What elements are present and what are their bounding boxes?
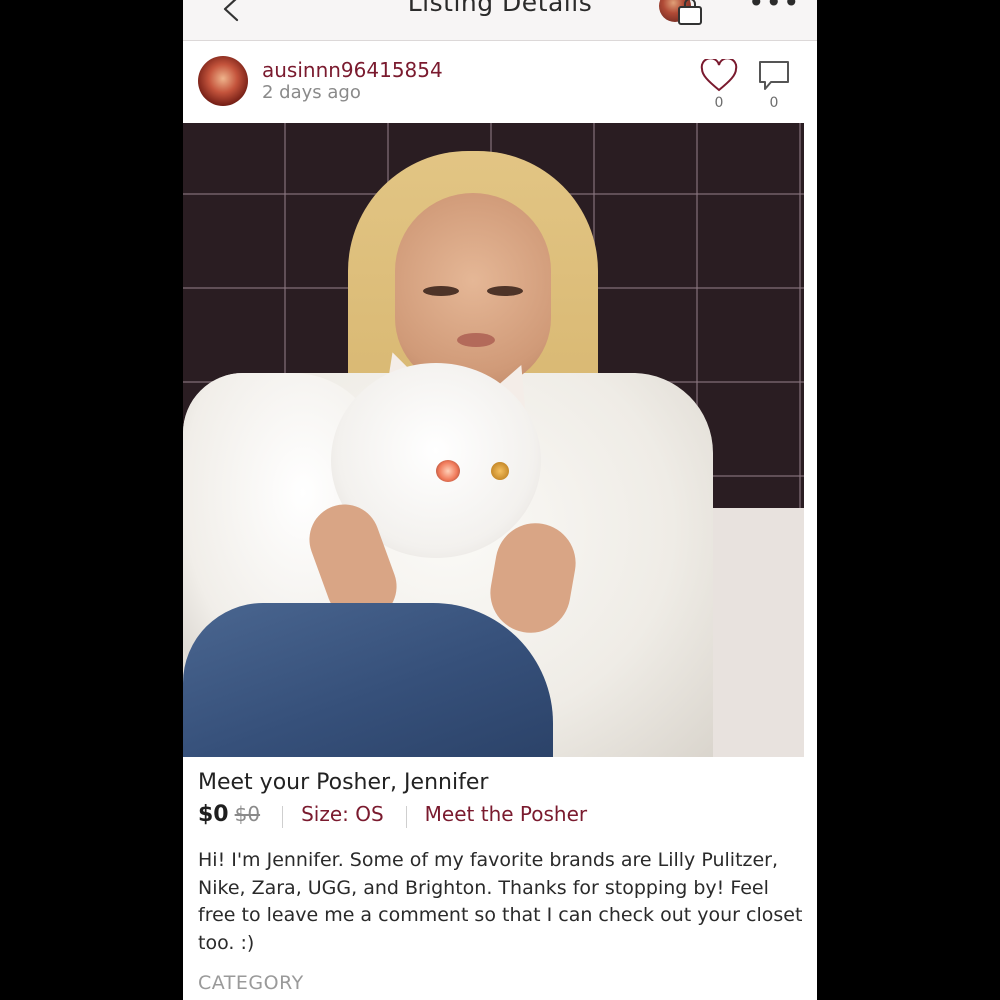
avatar[interactable]: [198, 56, 248, 106]
photo-mouth: [457, 333, 495, 347]
photo-cat-eye-left: [436, 460, 460, 482]
photo-cat-eye-right: [491, 462, 509, 480]
page-title: Listing Details: [407, 0, 593, 17]
listing-description: Hi! I'm Jennifer. Some of my favorite br…: [198, 849, 803, 954]
comment-icon: [759, 61, 789, 90]
comment-count: 0: [769, 95, 779, 111]
photo-eye-left: [423, 286, 459, 296]
price-row: $0 $0 Size: OS Meet the Posher: [198, 802, 808, 830]
divider: [405, 805, 407, 828]
cart-button[interactable]: [659, 0, 705, 32]
category-heading: CATEGORY: [198, 972, 304, 994]
divider: [282, 805, 284, 828]
seller-username[interactable]: ausinnn96415854: [262, 58, 443, 82]
listing-title: Meet your Posher, Jennifer: [198, 770, 489, 795]
original-price: $0: [234, 802, 261, 826]
phone-screen: Listing Details ••• ausinnn96415854 2 da…: [183, 0, 817, 1000]
like-button[interactable]: [700, 57, 738, 93]
seller-row: ausinnn96415854 2 days ago 0 0: [183, 41, 817, 123]
photo-margin: [804, 123, 817, 757]
shopping-bag-icon: [678, 0, 702, 25]
meet-posher-link[interactable]: Meet the Posher: [425, 802, 587, 826]
photo-jeans: [183, 603, 553, 757]
top-nav-bar: Listing Details •••: [183, 0, 817, 41]
comment-button[interactable]: [757, 59, 791, 93]
heart-icon: [700, 57, 738, 92]
listing-photo[interactable]: [183, 123, 804, 757]
photo-eye-right: [487, 286, 523, 296]
like-count: 0: [714, 95, 724, 111]
more-button[interactable]: •••: [748, 0, 801, 19]
price: $0: [198, 802, 229, 827]
size-label: Size: OS: [301, 802, 384, 826]
post-timestamp: 2 days ago: [262, 82, 361, 103]
